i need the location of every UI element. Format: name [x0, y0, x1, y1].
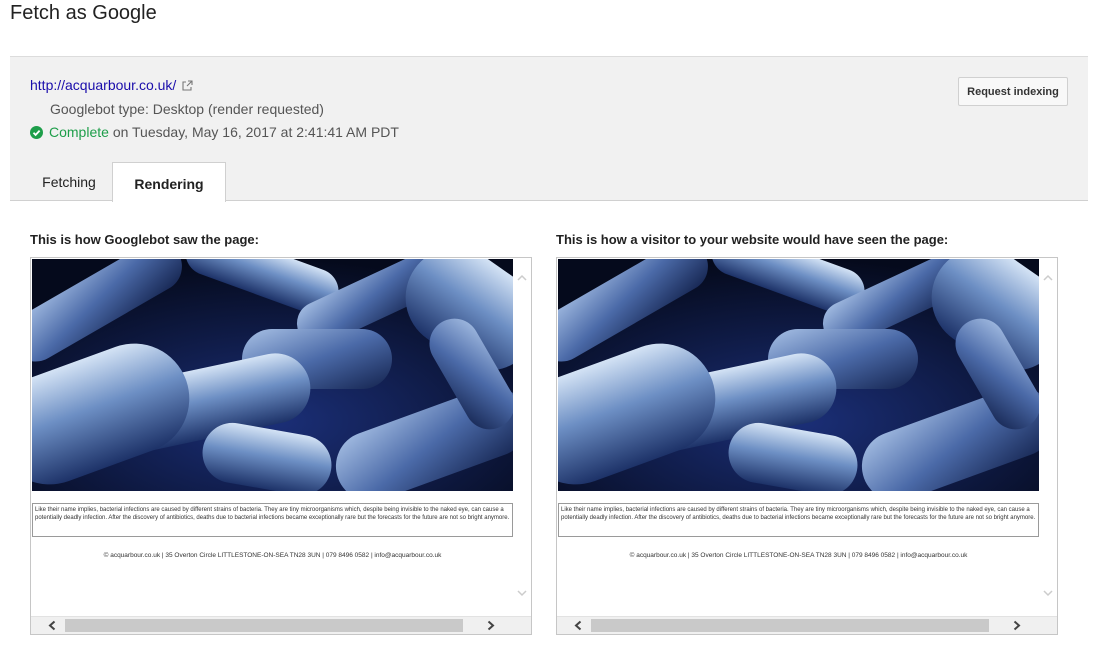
scroll-up-icon[interactable] — [1043, 273, 1053, 283]
scroll-up-icon[interactable] — [517, 273, 527, 283]
visitor-view-caption: This is how a visitor to your website wo… — [556, 232, 949, 247]
status-timestamp: on Tuesday, May 16, 2017 at 2:41:41 AM P… — [112, 124, 399, 140]
scroll-right-icon[interactable] — [1011, 620, 1022, 631]
horizontal-scroll-thumb[interactable] — [591, 619, 989, 632]
scroll-left-icon[interactable] — [573, 620, 584, 631]
check-circle-icon — [30, 126, 43, 139]
scroll-down-icon[interactable] — [1043, 588, 1053, 598]
fetched-url-link[interactable]: http://acquarbour.co.uk/ — [30, 77, 176, 93]
horizontal-scroll-thumb[interactable] — [65, 619, 463, 632]
url-row: http://acquarbour.co.uk/ — [30, 77, 193, 93]
request-indexing-button[interactable]: Request indexing — [958, 77, 1068, 106]
visitor-render-frame[interactable]: Like their name implies, bacterial infec… — [556, 257, 1058, 635]
horizontal-scrollbar[interactable] — [557, 616, 1057, 634]
rendered-page: Like their name implies, bacterial infec… — [32, 259, 513, 616]
vertical-scrollbar[interactable] — [514, 258, 531, 616]
external-link-icon[interactable] — [182, 78, 193, 91]
page-body-text: Like their name implies, bacterial infec… — [32, 503, 513, 537]
scroll-right-icon[interactable] — [485, 620, 496, 631]
tab-fetching[interactable]: Fetching — [20, 162, 118, 202]
page-title: Fetch as Google — [10, 2, 157, 24]
page-footer: © acquarbour.co.uk | 35 Overton Circle L… — [103, 552, 442, 559]
googlebot-view-caption: This is how Googlebot saw the page: — [30, 232, 259, 247]
fetch-status: Complete on Tuesday, May 16, 2017 at 2:4… — [30, 124, 399, 140]
scroll-left-icon[interactable] — [47, 620, 58, 631]
page-footer: © acquarbour.co.uk | 35 Overton Circle L… — [629, 552, 968, 559]
tab-rendering[interactable]: Rendering — [112, 162, 226, 202]
page-body-text: Like their name implies, bacterial infec… — [558, 503, 1039, 537]
vertical-scrollbar[interactable] — [1040, 258, 1057, 616]
rendered-page: Like their name implies, bacterial infec… — [558, 259, 1039, 616]
status-label: Complete — [49, 124, 109, 140]
fetch-result-panel: http://acquarbour.co.uk/ Googlebot type:… — [10, 56, 1088, 202]
scroll-down-icon[interactable] — [517, 588, 527, 598]
bacteria-hero-image — [32, 259, 513, 491]
horizontal-scrollbar[interactable] — [31, 616, 531, 634]
bacteria-hero-image — [558, 259, 1039, 491]
googlebot-render-frame[interactable]: Like their name implies, bacterial infec… — [30, 257, 532, 635]
googlebot-type: Googlebot type: Desktop (render requeste… — [50, 101, 324, 117]
